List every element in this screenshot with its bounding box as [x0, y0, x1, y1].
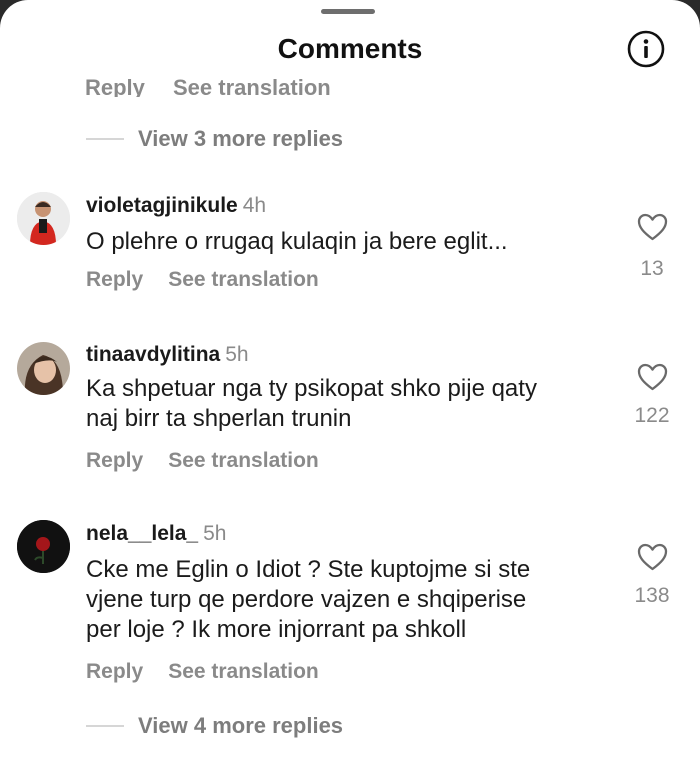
like-count: 13 — [640, 257, 664, 280]
comments-sheet: Comments Reply See translation View 3 mo… — [0, 0, 700, 760]
info-icon[interactable] — [626, 29, 666, 69]
view-more-replies-label: View 3 more replies — [138, 126, 344, 151]
see-translation-button[interactable]: See translation — [168, 660, 319, 683]
comment-text: Cke me Eglin o Idiot ? Ste kuptojme si s… — [86, 555, 606, 645]
woman-avatar[interactable] — [17, 342, 70, 395]
reply-button[interactable]: Reply — [86, 449, 143, 472]
divider-line — [86, 138, 124, 140]
reply-button[interactable]: Reply — [85, 77, 145, 97]
username[interactable]: tinaavdylitina — [86, 343, 220, 366]
comment-text: Ka shpetuar nga ty psikopat shko pije qa… — [86, 374, 606, 434]
heart-icon[interactable] — [637, 543, 668, 571]
view-more-replies-button[interactable]: View 3 more replies — [86, 126, 343, 152]
comment-text: O plehre o rrugaq kulaqin ja bere eglit.… — [86, 227, 606, 257]
see-translation-button[interactable]: See translation — [173, 77, 331, 97]
previous-thread-actions: Reply See translation — [85, 77, 485, 97]
comment-header: tinaavdylitina 5h — [86, 343, 249, 367]
like-count: 122 — [634, 404, 670, 427]
page-title: Comments — [277, 33, 423, 64]
divider-line — [86, 725, 124, 727]
username[interactable]: violetagjinikule — [86, 194, 238, 217]
comment-actions: Reply See translation — [86, 660, 319, 684]
timestamp: 5h — [225, 343, 249, 366]
comment-header: nela__lela_ 5h — [86, 522, 226, 546]
timestamp: 4h — [242, 194, 267, 217]
drag-handle[interactable] — [321, 9, 375, 14]
heart-icon[interactable] — [637, 363, 668, 391]
reply-button[interactable]: Reply — [86, 660, 143, 683]
comment-actions: Reply See translation — [86, 268, 319, 292]
username[interactable]: nela__lela_ — [86, 522, 198, 545]
rose-avatar[interactable] — [17, 520, 70, 573]
heart-icon[interactable] — [637, 213, 668, 241]
comment-header: violetagjinikule 4h — [86, 194, 266, 218]
view-more-replies-button[interactable]: View 4 more replies — [86, 713, 343, 739]
comment-line: Cke me Eglin o Idiot ? Ste kuptojme si s… — [86, 556, 531, 583]
comment-line: naj birr ta shperlan trunin — [86, 405, 352, 432]
like-count: 138 — [634, 584, 670, 607]
comment-line: per loje ? Ik more injorrant pa shkoll — [86, 616, 467, 643]
view-more-replies-label: View 4 more replies — [138, 713, 344, 738]
see-translation-button[interactable]: See translation — [168, 268, 319, 291]
timestamp: 5h — [203, 522, 227, 545]
comment-actions: Reply See translation — [86, 449, 319, 473]
comment-line: vjene turp qe perdore vajzen e shqiperis… — [86, 586, 527, 613]
comment-line: Ka shpetuar nga ty psikopat shko pije qa… — [86, 375, 537, 402]
comment-line: O plehre o rrugaq kulaqin ja bere eglit.… — [86, 228, 508, 255]
reply-button[interactable]: Reply — [86, 268, 143, 291]
kid-avatar[interactable] — [17, 192, 70, 245]
see-translation-button[interactable]: See translation — [168, 449, 319, 472]
